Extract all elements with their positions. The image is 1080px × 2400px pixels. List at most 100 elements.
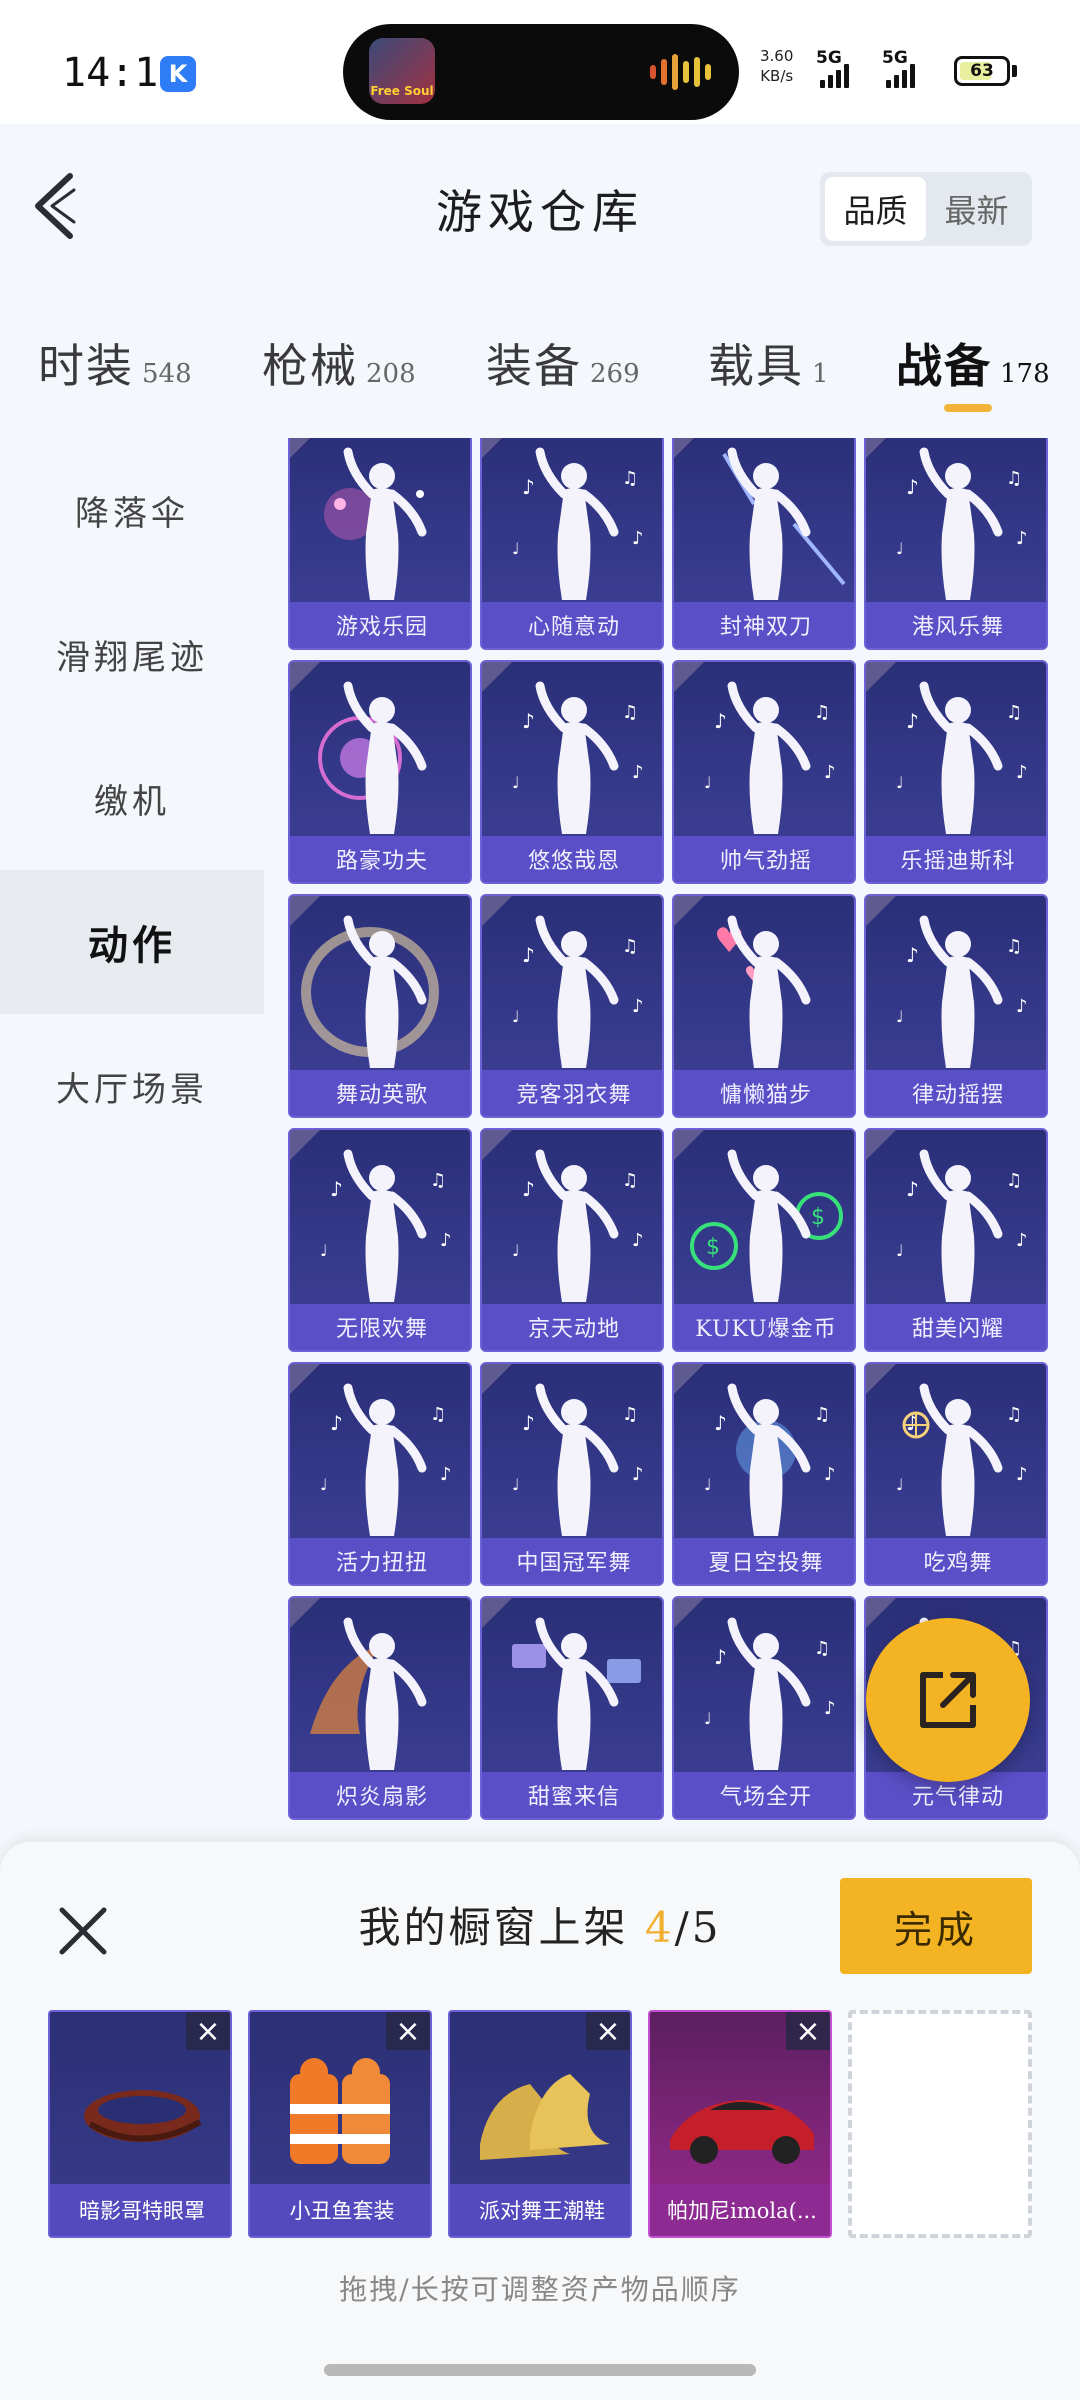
emote-card[interactable]: $ $ KUKU爆金币 [672,1128,856,1352]
tab-label: 装备 [486,339,582,393]
emote-card[interactable]: ♪ ♫ ♩ ♪ 悠悠哉恩 [480,660,664,884]
svg-text:♪: ♪ [906,475,919,499]
close-button[interactable] [54,1902,112,1960]
tab-count: 548 [142,359,192,389]
emote-figure-image: ♪♫♩♪ [704,681,836,834]
emote-name: 慵懒猫步 [674,1070,854,1116]
emote-card[interactable]: ♪ ♫ ♩ ♪ 帅气劲摇 [672,660,856,884]
sort-option-newest[interactable]: 最新 [926,177,1027,241]
done-button[interactable]: 完成 [840,1878,1032,1974]
tab-label: 载具 [708,339,804,393]
sidebar-item-glide-trail[interactable]: 滑翔尾迹 [0,582,264,726]
emote-card[interactable]: 封神双刀 [672,438,856,650]
tab-fashion[interactable]: 时装 548 [38,330,192,396]
emote-name: 港风乐舞 [866,602,1046,648]
emote-name: 京天动地 [482,1304,662,1350]
sidebar-item-plane[interactable]: 缴机 [0,726,264,870]
svg-text:♪: ♪ [714,1645,727,1669]
emote-card[interactable]: 甜蜜来信 [480,1596,664,1820]
emote-card[interactable]: ♪ ♫ ♩ ♪ 活力扭扭 [288,1362,472,1586]
emote-card[interactable]: 游戏乐园 [288,438,472,650]
page-title: 游戏仓库 [436,185,644,239]
svg-text:♩: ♩ [512,1007,520,1026]
svg-text:♫: ♫ [1006,936,1022,957]
emote-card[interactable]: ♪ ♫ ♩ ♪ 港风乐舞 [864,438,1048,650]
emote-figure-image: ♪♫♩♪ [512,915,644,1068]
svg-text:♪: ♪ [1016,528,1028,549]
remove-item-button[interactable]: × [586,2012,630,2050]
tab-weapons[interactable]: 枪械 208 [262,330,416,396]
svg-text:♪: ♪ [632,1230,644,1251]
showcase-slot[interactable]: × 帕加尼imola(... [648,2010,832,2238]
emote-card[interactable]: 炽炎扇影 [288,1596,472,1820]
svg-text:♪: ♪ [906,1177,919,1201]
tab-combat-gear[interactable]: 战备 178 [896,330,1050,396]
emote-card[interactable]: 舞动英歌 [288,894,472,1118]
svg-text:♪: ♪ [330,1177,343,1201]
sidebar-item-parachute[interactable]: 降落伞 [0,438,264,582]
emote-name: 心随意动 [482,602,662,648]
emote-figure-image: ♪♫♩♪ [704,1383,836,1536]
reorder-hint: 拖拽/长按可调整资产物品顺序 [339,2273,741,2306]
emote-card[interactable]: ♪ ♫ ♩ ♪ 竞客羽衣舞 [480,894,664,1118]
dynamic-island[interactable]: Free Soul [343,24,739,120]
svg-text:♪: ♪ [522,709,535,733]
showcase-current-count: 4 [644,1903,675,1952]
showcase-slot[interactable]: × 派对舞王潮鞋 [448,2010,632,2238]
emote-figure-image [324,447,427,600]
emote-card[interactable]: ♪ ♫ ♩ ♪ 甜美闪耀 [864,1128,1048,1352]
emote-card[interactable]: ♪ ♫ ♩ ♪ 心随意动 [480,438,664,650]
emote-card[interactable]: ♪ ♫ ♩ ♪ 气场全开 [672,1596,856,1820]
svg-text:♩: ♩ [512,1241,520,1260]
sidebar-item-lobby-scene[interactable]: 大厅场景 [0,1014,264,1158]
emote-figure-image: $$ [690,1149,843,1302]
svg-text:♩: ♩ [512,1475,520,1494]
emote-card[interactable]: ♪ ♫ ♩ ♪ 京天动地 [480,1128,664,1352]
emote-card[interactable]: ♪ ♫ ♩ ♪ 乐摇迪斯科 [864,660,1048,884]
music-album-art: Free Soul [369,38,435,104]
emote-figure-image: ♪♫♩♪ [320,1149,452,1302]
tab-vehicles[interactable]: 载具 1 [708,330,829,396]
emote-figure-image: ♪♫♩♪ [512,447,644,600]
emote-figure-image: ♪♫♩♪ [512,1149,644,1302]
showcase-item-name: 小丑鱼套装 [250,2184,430,2236]
svg-text:♪: ♪ [1016,1230,1028,1251]
emote-card[interactable]: ♥♥慵懒猫步 [672,894,856,1118]
svg-text:♫: ♫ [1006,1170,1022,1191]
chevron-left-icon [35,173,76,239]
emote-card[interactable]: ♪ ♫ ♩ ♪ 律动摇摆 [864,894,1048,1118]
emote-name: 炽炎扇影 [290,1772,470,1818]
showcase-slot[interactable]: × 小丑鱼套装 [248,2010,432,2238]
emote-card[interactable]: ♪ ♫ ♩ ♪ 夏日空投舞 [672,1362,856,1586]
app-notification-icon: K [160,56,196,92]
showcase-item-image [84,2090,202,2142]
svg-text:♩: ♩ [896,773,904,792]
emote-card[interactable]: ♪ ♫ ♩ ♪ 中国冠军舞 [480,1362,664,1586]
svg-text:♪: ♪ [824,1464,836,1485]
remove-item-button[interactable]: × [386,2012,430,2050]
tab-count: 269 [590,359,640,389]
emote-figure-image: ♪♫♩♪ [896,1383,1028,1536]
emote-card[interactable]: 路豪功夫 [288,660,472,884]
emote-name: 吃鸡舞 [866,1538,1046,1584]
signal-icon [820,60,849,88]
tab-equipment[interactable]: 装备 269 [486,330,640,396]
remove-item-button[interactable]: × [186,2012,230,2050]
back-button[interactable] [28,168,88,244]
svg-text:♪: ♪ [522,475,535,499]
svg-text:♩: ♩ [704,1475,712,1494]
emote-card[interactable]: ♪ ♫ ♩ ♪ 吃鸡舞 [864,1362,1048,1586]
home-indicator[interactable] [324,2364,756,2376]
svg-text:$: $ [811,1205,825,1230]
share-button[interactable] [866,1618,1030,1782]
tab-label: 时装 [38,339,134,393]
emote-name: 乐摇迪斯科 [866,836,1046,882]
sidebar-item-emotes[interactable]: 动作 [0,870,264,1014]
signal-icon [886,60,915,88]
emote-card[interactable]: ♪ ♫ ♩ ♪ 无限欢舞 [288,1128,472,1352]
remove-item-button[interactable]: × [786,2012,830,2050]
showcase-slot[interactable]: × 暗影哥特眼罩 [48,2010,232,2238]
sort-option-quality[interactable]: 品质 [825,177,926,241]
emote-figure-image [512,1617,641,1770]
empty-showcase-slot[interactable] [848,2010,1032,2238]
